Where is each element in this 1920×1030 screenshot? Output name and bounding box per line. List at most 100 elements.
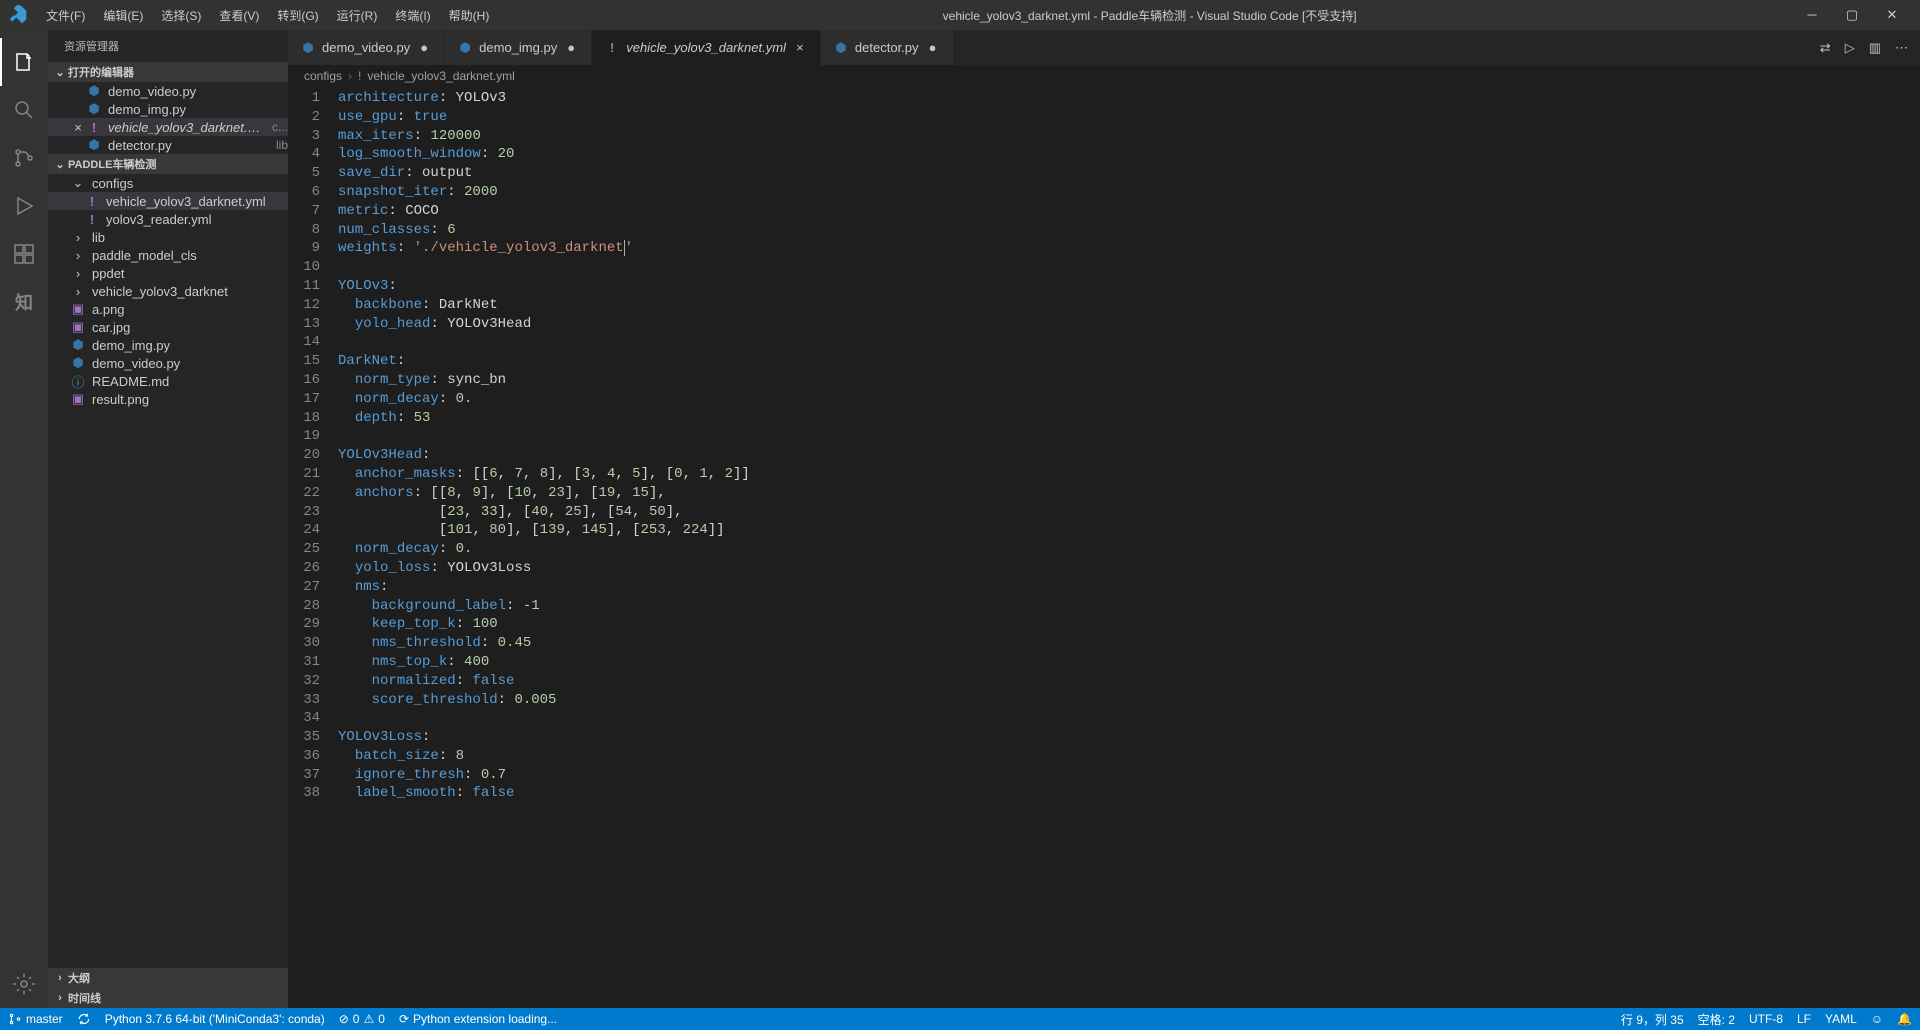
chevron-right-icon: › [70, 283, 86, 299]
open-editor-item[interactable]: ⬢demo_video.py [48, 82, 288, 100]
tree-label: demo_img.py [92, 338, 288, 353]
menu-item[interactable]: 运行(R) [329, 3, 386, 28]
file-item[interactable]: ▣result.png [48, 390, 288, 408]
run-icon[interactable]: ▷ [1845, 40, 1855, 56]
file-item[interactable]: ▣a.png [48, 300, 288, 318]
menu-item[interactable]: 编辑(E) [95, 3, 151, 28]
tab-label: vehicle_yolov3_darknet.yml [626, 40, 786, 55]
editor-tab[interactable]: ⬢ detector.py ● [821, 30, 954, 65]
minimize-button[interactable]: ─ [1802, 7, 1822, 23]
activity-source-control[interactable] [0, 134, 48, 182]
activity-explorer[interactable] [0, 38, 48, 86]
modified-icon[interactable]: ● [925, 40, 941, 55]
python-icon: ⬢ [86, 101, 102, 117]
open-editor-item[interactable]: ×!vehicle_yolov3_darknet.ymlc... [48, 118, 288, 136]
menu-item[interactable]: 终端(I) [387, 3, 438, 28]
editor-tabs: ⬢ demo_video.py ● ⬢ demo_img.py ●! vehicle_yol… [288, 30, 1920, 65]
activity-search[interactable] [0, 86, 48, 134]
section-timeline[interactable]: ›时间线 [48, 988, 288, 1008]
chevron-down-icon: ⌄ [70, 175, 86, 191]
tab-label: demo_video.py [322, 40, 410, 55]
python-env[interactable]: Python 3.7.6 64-bit ('MiniConda3': conda… [105, 1012, 325, 1026]
close-icon[interactable]: × [70, 120, 86, 135]
problems[interactable]: ⊘0 ⚠0 [339, 1012, 385, 1026]
tree-label: yolov3_reader.yml [106, 212, 288, 227]
file-item[interactable]: ⓘREADME.md [48, 372, 288, 390]
yaml-icon: ! [604, 40, 620, 56]
folder-item[interactable]: › ppdet [48, 264, 288, 282]
file-item[interactable]: !vehicle_yolov3_darknet.yml [48, 192, 288, 210]
editor-tab[interactable]: ⬢demo_video.py● [288, 30, 445, 65]
window-controls: ─ ▢ ✕ [1802, 7, 1912, 23]
python-icon: ⬢ [833, 40, 849, 56]
modified-icon[interactable]: ● [563, 40, 579, 55]
section-open-editors[interactable]: ⌄打开的编辑器 [48, 62, 288, 82]
tree-label: demo_video.py [92, 356, 288, 371]
git-branch[interactable]: master [8, 1012, 63, 1026]
chevron-right-icon: › [70, 265, 86, 281]
folder-item[interactable]: ›lib [48, 228, 288, 246]
file-item[interactable]: ! yolov3_reader.yml [48, 210, 288, 228]
modified-icon[interactable]: ● [416, 40, 432, 55]
cursor-position[interactable]: 行 9，列 35 [1621, 1011, 1684, 1028]
tab-label: demo_img.py [479, 40, 557, 55]
folder-item[interactable]: › paddle_model_cls [48, 246, 288, 264]
editor-area: ⬢ demo_video.py ● ⬢ demo_img.py ●! vehicle_yol… [288, 30, 1920, 1008]
breadcrumb[interactable]: configs › ! vehicle_yolov3_darknet.yml [288, 65, 1920, 87]
statusbar: master Python 3.7.6 64-bit ('MiniConda3'… [0, 1008, 1920, 1030]
menu-item[interactable]: 文件(F) [38, 3, 93, 28]
yaml-icon: ! [84, 211, 100, 227]
activity-bar: 知 [0, 30, 48, 1008]
chevron-right-icon: › [70, 247, 86, 263]
section-project[interactable]: ⌄PADDLE车辆检测 [48, 154, 288, 174]
sync-icon[interactable] [77, 1012, 91, 1026]
python-icon: ⬢ [86, 137, 102, 153]
path-hint: c... [272, 120, 288, 134]
tab-label: detector.py [855, 40, 919, 55]
tree-label: paddle_model_cls [92, 248, 288, 263]
encoding[interactable]: UTF-8 [1749, 1012, 1783, 1026]
maximize-button[interactable]: ▢ [1842, 7, 1862, 23]
python-icon: ⬢ [86, 83, 102, 99]
code-content[interactable]: architecture: YOLOv3use_gpu: truemax_ite… [338, 87, 1920, 1008]
close-icon[interactable]: × [792, 40, 808, 55]
open-editor-item[interactable]: ⬢detector.pylib [48, 136, 288, 154]
editor-tab[interactable]: ! vehicle_yolov3_darknet.yml × [592, 30, 821, 65]
section-outline[interactable]: ›大纲 [48, 968, 288, 988]
activity-zhihu[interactable]: 知 [0, 278, 48, 326]
menu-item[interactable]: 转到(G) [269, 3, 326, 28]
feedback-icon[interactable]: ☺ [1871, 1012, 1883, 1026]
python-icon: ⬢ [70, 337, 86, 353]
python-icon: ⬢ [457, 40, 473, 56]
code-editor[interactable]: 1234567891011121314151617181920212223242… [288, 87, 1920, 1008]
indent-info[interactable]: 空格: 2 [1698, 1011, 1735, 1028]
language-mode[interactable]: YAML [1825, 1012, 1857, 1026]
activity-extensions[interactable] [0, 230, 48, 278]
file-item[interactable]: ⬢ demo_img.py [48, 336, 288, 354]
yaml-icon: ! [86, 119, 102, 135]
yaml-icon: ! [84, 193, 100, 209]
menu-item[interactable]: 选择(S) [153, 3, 209, 28]
close-button[interactable]: ✕ [1882, 7, 1902, 23]
file-item[interactable]: ▣car.jpg [48, 318, 288, 336]
eol[interactable]: LF [1797, 1012, 1811, 1026]
file-label: detector.py [108, 138, 270, 153]
compare-icon[interactable]: ⇄ [1820, 40, 1831, 56]
folder-item[interactable]: ›vehicle_yolov3_darknet [48, 282, 288, 300]
yaml-icon: ! [358, 69, 361, 83]
activity-debug[interactable] [0, 182, 48, 230]
file-item[interactable]: ⬢demo_video.py [48, 354, 288, 372]
menu-item[interactable]: 查看(V) [211, 3, 267, 28]
menu-item[interactable]: 帮助(H) [441, 3, 498, 28]
open-editor-item[interactable]: ⬢ demo_img.py [48, 100, 288, 118]
notifications-icon[interactable]: 🔔 [1897, 1012, 1912, 1026]
tree-label: ppdet [92, 266, 288, 281]
sidebar: 资源管理器 ⌄打开的编辑器 ⬢demo_video.py⬢demo_img.py… [48, 30, 288, 1008]
folder-item[interactable]: ⌄configs [48, 174, 288, 192]
loading-indicator[interactable]: ⟳Python extension loading... [399, 1012, 557, 1026]
more-icon[interactable]: ⋯ [1895, 40, 1908, 56]
activity-settings[interactable] [0, 960, 48, 1008]
editor-tab[interactable]: ⬢ demo_img.py ● [445, 30, 592, 65]
split-icon[interactable]: ▥ [1869, 40, 1881, 56]
file-label: demo_img.py [108, 102, 288, 117]
